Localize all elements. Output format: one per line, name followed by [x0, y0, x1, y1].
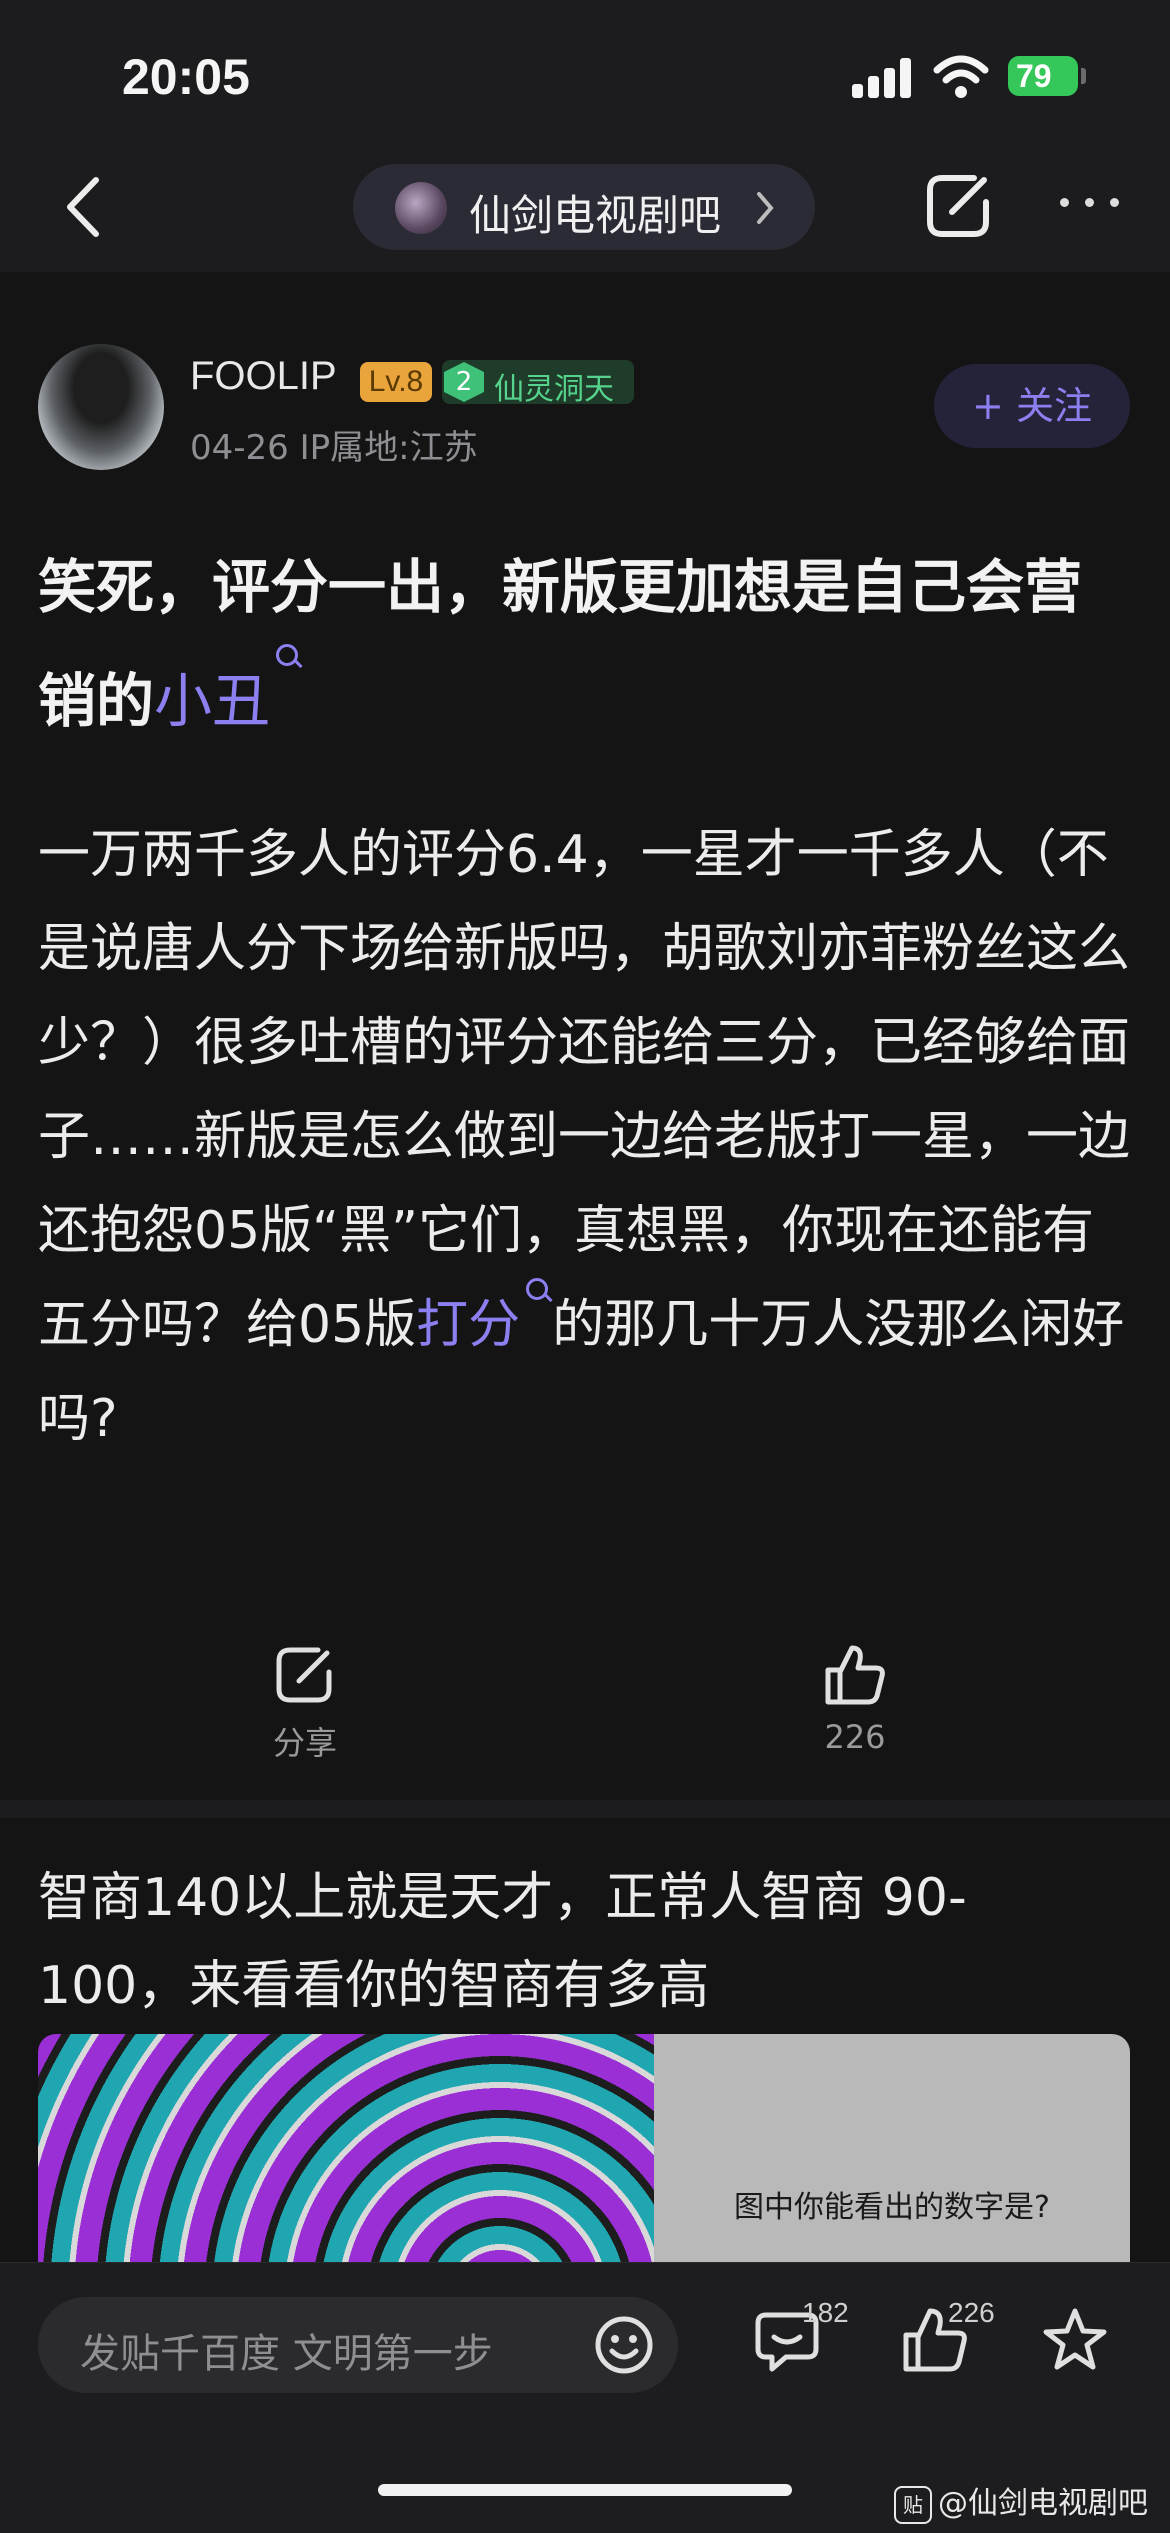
- wifi-icon: [933, 55, 989, 98]
- battery-icon: 79: [1008, 56, 1086, 96]
- thumbs-up-icon: [825, 1645, 885, 1705]
- body-search-link[interactable]: 打分: [416, 1295, 520, 1355]
- post-username[interactable]: FOOLIP: [190, 354, 337, 399]
- forum-avatar: [395, 182, 447, 234]
- home-indicator: [378, 2484, 792, 2496]
- title-search-link[interactable]: 小丑: [154, 667, 270, 735]
- level-badge: Lv.8: [360, 362, 432, 402]
- post-card: FOOLIP Lv.8 2 仙灵洞天 04-26 IP属地:江苏 + 关注 笑死…: [0, 272, 1170, 1800]
- watermark-text: @仙剑电视剧吧: [938, 2486, 1148, 2521]
- search-icon: [276, 644, 302, 670]
- badge-name: 仙灵洞天: [494, 372, 614, 407]
- comment-count: 182: [802, 2297, 849, 2328]
- like-action[interactable]: 226: [800, 1642, 910, 1762]
- watermark-icon: 贴: [894, 2485, 932, 2524]
- sponsored-card[interactable]: 智商140以上就是天才，正常人智商 90-100，来看看你的智商有多高 图中你能…: [0, 1818, 1170, 2274]
- top-nav: 仙剑电视剧吧: [0, 150, 1170, 270]
- ad-illusion-image: [38, 2034, 654, 2274]
- member-title-badge: 2 仙灵洞天: [442, 360, 634, 407]
- bottom-like-count: 226: [948, 2297, 995, 2328]
- status-bar: 20:05 79: [0, 0, 1170, 150]
- follow-button[interactable]: + 关注: [934, 364, 1130, 448]
- badge-level: 2: [444, 362, 484, 402]
- share-action[interactable]: 分享: [250, 1642, 360, 1762]
- status-time: 20:05: [122, 49, 250, 105]
- post-body: 一万两千多人的评分6.4，一星才一千多人（不是说唐人分下场给新版吗，胡歌刘亦菲粉…: [38, 808, 1138, 1466]
- more-options-icon[interactable]: [1060, 198, 1120, 212]
- ad-caption-panel: 图中你能看出的数字是?: [654, 2034, 1130, 2274]
- user-avatar[interactable]: [38, 344, 164, 470]
- share-icon[interactable]: [922, 168, 996, 242]
- post-meta: 04-26 IP属地:江苏: [190, 428, 478, 468]
- share-label: 分享: [272, 1724, 337, 1762]
- battery-level: 79: [1016, 58, 1052, 94]
- watermark: 贴 @仙剑电视剧吧: [894, 2478, 1148, 2524]
- comment-input[interactable]: 发贴千百度 文明第一步: [38, 2297, 678, 2393]
- ad-text: 智商140以上就是天才，正常人智商 90-100，来看看你的智商有多高: [38, 1868, 967, 2016]
- star-icon[interactable]: [1040, 2305, 1110, 2375]
- post-title: 笑死，评分一出，新版更加想是自己会营销的小丑: [38, 530, 1128, 758]
- share-icon: [276, 1647, 332, 1703]
- cellular-signal-icon: [852, 58, 912, 98]
- comment-placeholder: 发贴千百度 文明第一步: [80, 2331, 493, 2377]
- ad-caption: 图中你能看出的数字是?: [734, 2190, 1050, 2225]
- chevron-right-icon: [757, 192, 774, 224]
- back-icon[interactable]: [58, 174, 118, 240]
- emoji-icon[interactable]: [592, 2313, 656, 2377]
- body-text: 一万两千多人的评分6.4，一星才一千多人（不是说唐人分下场给新版吗，胡歌刘亦菲粉…: [38, 825, 1131, 1355]
- like-count: 226: [824, 1718, 886, 1756]
- search-icon: [526, 1278, 552, 1304]
- forum-name: 仙剑电视剧吧: [469, 191, 722, 240]
- forum-entry-button[interactable]: 仙剑电视剧吧: [353, 164, 815, 250]
